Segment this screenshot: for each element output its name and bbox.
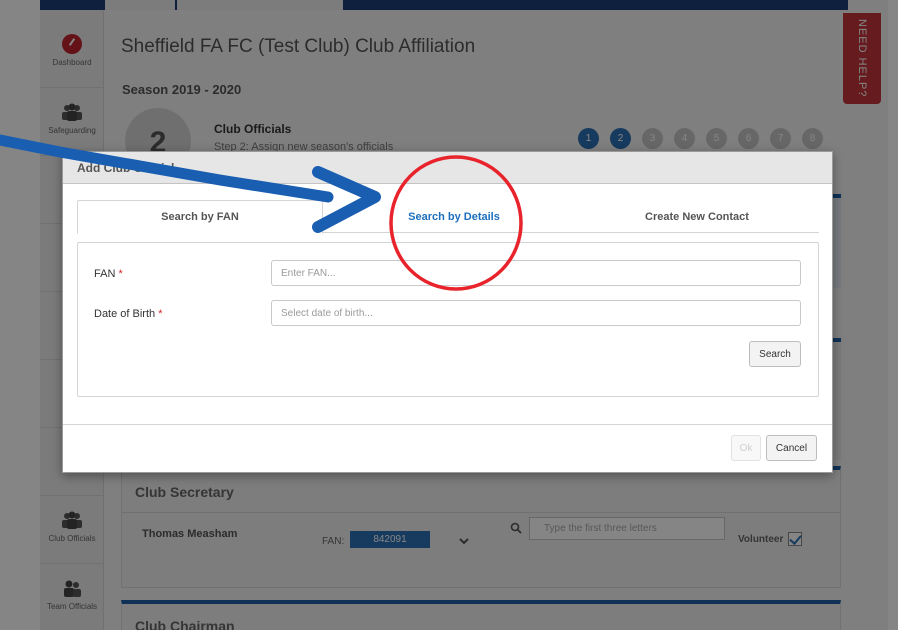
- modal-footer-divider: [63, 424, 832, 425]
- modal-header: Add Club Official: [63, 152, 832, 184]
- fan-input[interactable]: [271, 260, 801, 286]
- search-tabs: Search by FAN Search by Details Create N…: [77, 200, 819, 234]
- date-of-birth-input[interactable]: [271, 300, 801, 326]
- cancel-button[interactable]: Cancel: [766, 435, 817, 461]
- dob-field-label-text: Date of Birth: [94, 308, 156, 320]
- search-button[interactable]: Search: [749, 341, 801, 367]
- ok-button[interactable]: Ok: [731, 435, 761, 461]
- tab-search-by-details[interactable]: Search by Details: [339, 200, 569, 233]
- required-mark: *: [158, 308, 163, 320]
- required-mark: *: [118, 268, 123, 280]
- dob-field-label: Date of Birth *: [94, 308, 162, 320]
- modal-title: Add Club Official: [77, 161, 175, 175]
- tab-create-new-contact[interactable]: Create New Contact: [575, 200, 819, 233]
- fan-field-label: FAN *: [94, 268, 123, 280]
- fan-field-label-text: FAN: [94, 268, 116, 280]
- add-club-official-modal: Add Club Official Search by FAN Search b…: [62, 151, 833, 473]
- search-form: FAN * Date of Birth * Search: [77, 242, 819, 397]
- tab-search-by-fan[interactable]: Search by FAN: [77, 200, 323, 234]
